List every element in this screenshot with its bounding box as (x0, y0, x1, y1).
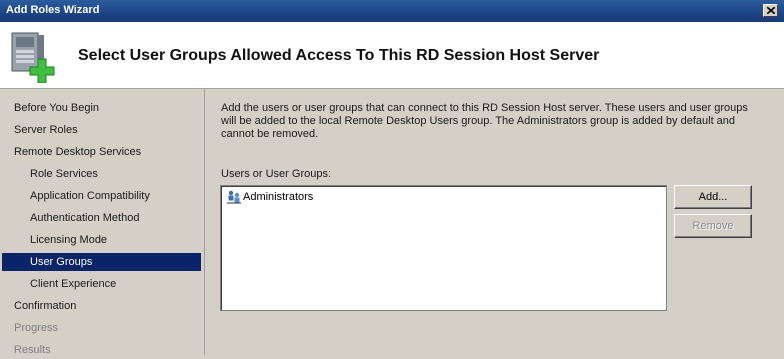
user-group-icon (227, 190, 241, 204)
nav-item-before-you-begin[interactable]: Before You Begin (2, 99, 201, 117)
close-icon (767, 7, 775, 14)
nav-item-application-compatibility[interactable]: Application Compatibility (2, 187, 201, 205)
nav-item-client-experience[interactable]: Client Experience (2, 275, 201, 293)
server-add-icon (11, 32, 55, 83)
page-title: Select User Groups Allowed Access To Thi… (78, 47, 600, 64)
nav-item-role-services[interactable]: Role Services (2, 165, 201, 183)
nav-item-user-groups[interactable]: User Groups (2, 253, 201, 271)
wizard-header: Select User Groups Allowed Access To Thi… (0, 22, 784, 89)
add-button[interactable]: Add... (674, 185, 752, 209)
list-item-label: Administrators (243, 191, 314, 203)
window-title: Add Roles Wizard (6, 4, 100, 16)
nav-item-licensing-mode[interactable]: Licensing Mode (2, 231, 201, 249)
nav-item-authentication-method[interactable]: Authentication Method (2, 209, 201, 227)
nav-item-progress[interactable]: Progress (2, 319, 201, 337)
nav-item-confirmation[interactable]: Confirmation (2, 297, 201, 315)
nav-item-results[interactable]: Results (2, 341, 201, 359)
close-button[interactable] (763, 4, 778, 17)
nav-item-server-roles[interactable]: Server Roles (2, 121, 201, 139)
title-bar: Add Roles Wizard (0, 0, 784, 23)
content-pane: Add the users or user groups that can co… (204, 89, 784, 355)
nav-item-remote-desktop-services[interactable]: Remote Desktop Services (2, 143, 201, 161)
wizard-steps-nav: Before You Begin Server Roles Remote Deskt… (0, 89, 203, 356)
users-groups-listbox[interactable]: Administrators (220, 185, 667, 311)
description-text: Add the users or user groups that can co… (221, 102, 748, 140)
remove-button[interactable]: Remove (674, 214, 752, 238)
users-groups-label: Users or User Groups: (221, 168, 332, 180)
